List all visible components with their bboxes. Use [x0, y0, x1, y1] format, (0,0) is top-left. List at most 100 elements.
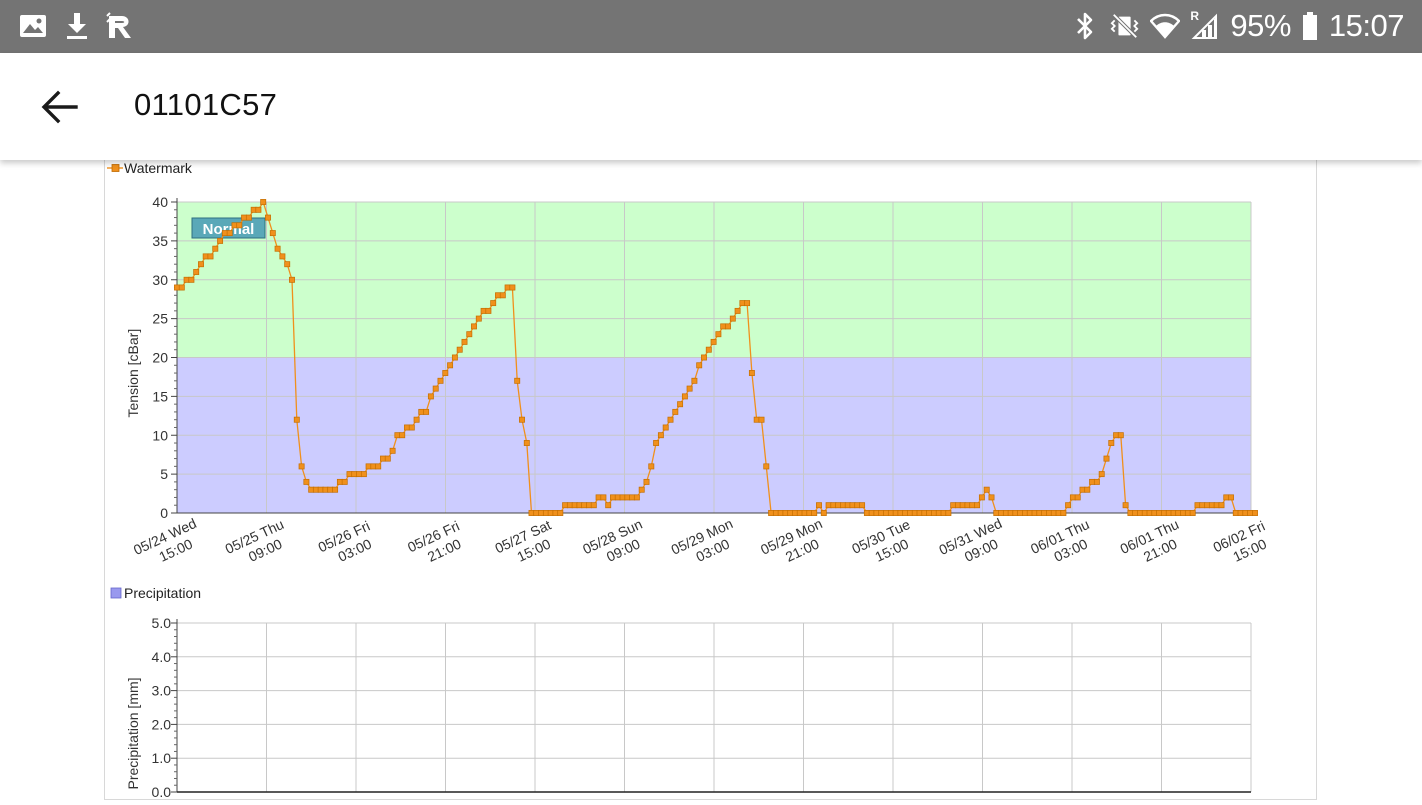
legend-watermark: Watermark — [124, 160, 193, 176]
data-point — [969, 502, 976, 509]
data-point — [538, 510, 545, 516]
y-tick-label: 35 — [152, 233, 168, 249]
data-point — [868, 510, 875, 516]
wifi-icon — [1150, 11, 1181, 41]
data-point — [514, 377, 521, 384]
data-point — [298, 463, 305, 470]
status-left-icons — [18, 11, 136, 41]
data-point — [365, 463, 372, 470]
data-point — [236, 222, 243, 229]
data-point — [351, 471, 358, 478]
data-point — [432, 385, 439, 392]
legend-marker-precip — [110, 587, 122, 599]
data-point — [705, 346, 712, 353]
data-point — [1012, 510, 1019, 516]
x-tick-label-group: 05/26 Fri03:00 — [315, 518, 374, 565]
data-point — [269, 230, 276, 237]
data-point — [681, 393, 688, 400]
y-axis-label: Tension [cBar] — [125, 329, 141, 418]
back-button[interactable] — [28, 75, 92, 139]
y-tick-label: 2.0 — [152, 716, 172, 732]
data-point — [341, 478, 348, 485]
data-point — [605, 502, 612, 509]
data-point — [907, 510, 913, 516]
x-tick-label-group: 05/30 Tue15:00 — [849, 516, 912, 565]
data-point — [1213, 502, 1220, 509]
data-point — [849, 502, 856, 509]
data-point — [657, 432, 664, 439]
data-point — [911, 510, 918, 516]
data-point — [796, 510, 803, 516]
data-point — [840, 502, 846, 509]
image-icon — [18, 11, 48, 41]
data-point — [336, 478, 343, 485]
data-point — [835, 502, 842, 509]
data-point — [1026, 510, 1033, 516]
data-point — [289, 276, 295, 283]
x-tick-label-group: 05/24 Wed15:00 — [131, 515, 199, 565]
data-point — [978, 494, 985, 501]
data-point — [322, 486, 329, 493]
x-tick-label-group: 06/01 Thu21:00 — [1118, 516, 1182, 565]
data-point — [317, 486, 324, 493]
data-point — [768, 510, 775, 516]
data-point — [691, 377, 698, 384]
x-tick-label-group: 05/28 Sun09:00 — [580, 516, 645, 565]
data-point — [988, 494, 995, 501]
y-tick-label: 5.0 — [152, 615, 172, 631]
data-point — [178, 284, 185, 291]
data-point — [547, 510, 554, 516]
data-point — [490, 300, 497, 307]
data-point — [1218, 502, 1225, 509]
data-point — [734, 307, 741, 314]
x-tick-label-group: 05/25 Thu09:00 — [223, 516, 287, 565]
data-point — [763, 463, 770, 470]
data-point — [346, 471, 353, 478]
data-point — [825, 502, 832, 509]
app-r-icon — [106, 11, 136, 41]
data-point — [935, 510, 942, 516]
chart-frame[interactable]: Watermark 0 5 10 15 20 25 30 35 40 Tension [cBar] 0… — [104, 160, 1317, 800]
data-point — [672, 408, 679, 415]
data-point — [744, 300, 751, 307]
data-point — [653, 440, 660, 446]
data-point — [427, 393, 434, 400]
data-point — [1165, 510, 1172, 516]
data-point — [1242, 510, 1249, 516]
x-tick-label-group: 05/27 Sat15:00 — [492, 517, 553, 565]
data-point — [207, 253, 214, 260]
x-tick-label-group: 05/26 Fri21:00 — [405, 518, 464, 565]
data-point — [1117, 432, 1124, 439]
data-point — [806, 510, 813, 516]
data-point — [509, 284, 516, 291]
data-point — [260, 199, 267, 205]
y-tick-label: 25 — [152, 311, 168, 327]
data-point — [1232, 510, 1239, 516]
data-point — [983, 486, 990, 493]
data-point — [1017, 510, 1024, 516]
vibrate-icon — [1110, 11, 1140, 41]
data-point — [1161, 510, 1167, 516]
data-point — [193, 269, 200, 275]
data-point — [878, 510, 885, 516]
data-point — [648, 463, 655, 470]
data-point — [926, 510, 933, 516]
data-point — [581, 502, 588, 509]
data-point — [451, 354, 458, 361]
data-point — [1098, 471, 1105, 478]
app-toolbar: 01101C57 — [0, 53, 1422, 160]
data-point — [873, 510, 880, 516]
data-point — [600, 494, 607, 501]
data-point — [1069, 494, 1076, 501]
data-point — [265, 214, 271, 221]
data-point — [590, 502, 597, 509]
y-tick-label: 0.0 — [152, 784, 172, 800]
data-point — [312, 486, 319, 493]
data-point — [241, 214, 248, 221]
tension-chart: Watermark 0 5 10 15 20 25 30 35 40 Tension [cBar] 0… — [107, 160, 1269, 565]
data-point — [519, 416, 525, 423]
data-point — [883, 510, 890, 516]
status-bar: R 95% 15:07 — [0, 0, 1422, 53]
data-point — [198, 261, 204, 268]
data-point — [480, 307, 487, 314]
